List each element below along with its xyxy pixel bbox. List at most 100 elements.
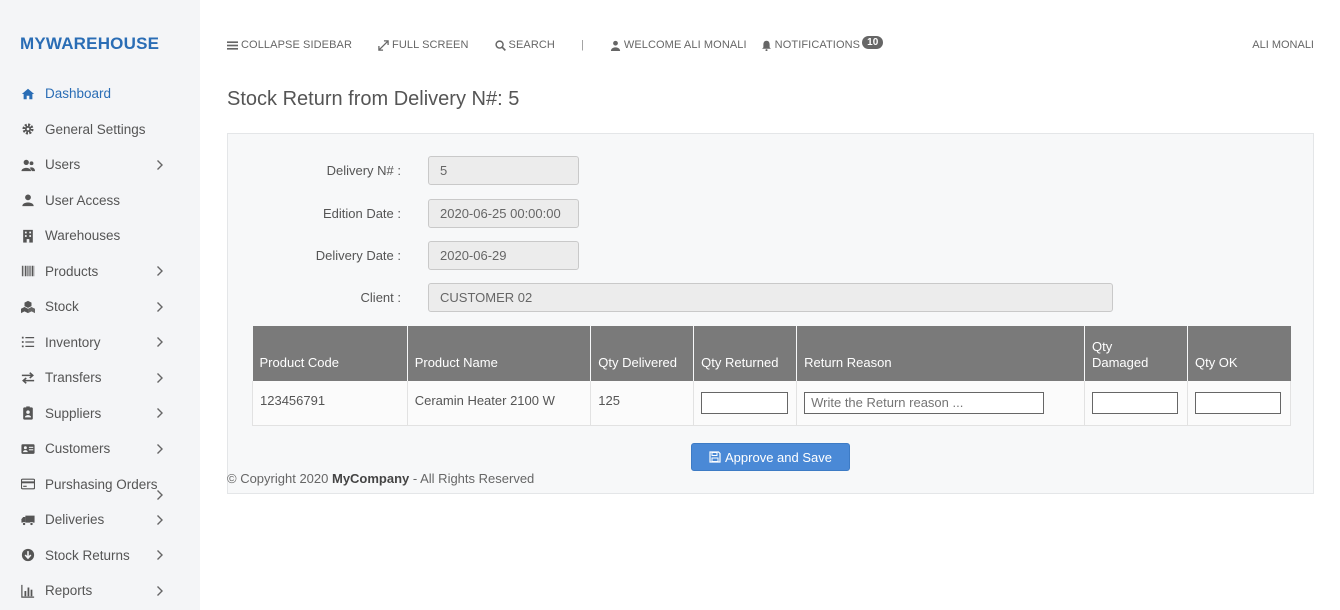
notifications-button[interactable]: NOTIFICATIONS 10 bbox=[761, 35, 884, 51]
cell-product-code: 123456791 bbox=[252, 381, 408, 426]
sidebar-item-label: Warehouses bbox=[45, 228, 121, 244]
approve-and-save-button[interactable]: Approve and Save bbox=[691, 443, 850, 471]
notifications-badge: 10 bbox=[862, 35, 884, 49]
cell-qty-returned bbox=[693, 381, 798, 426]
copyright-suffix: - All Rights Reserved bbox=[409, 471, 535, 486]
full-screen-button[interactable]: FULL SCREEN bbox=[378, 39, 469, 51]
edition-date-field[interactable]: 2020-06-25 00:00:00 bbox=[428, 199, 579, 228]
gear-icon bbox=[20, 121, 36, 137]
qty-ok-input[interactable] bbox=[1194, 391, 1281, 414]
copyright-footer: © Copyright 2020 MyCompany - All Rights … bbox=[227, 471, 534, 486]
cell-qty-ok bbox=[1187, 381, 1292, 426]
sidebar-item-label: Customers bbox=[45, 441, 111, 457]
sidebar-item-user-access[interactable]: User Access bbox=[0, 183, 200, 219]
address-card-icon bbox=[20, 441, 36, 457]
list-icon bbox=[20, 334, 36, 350]
sidebar-item-products[interactable]: Products bbox=[0, 254, 200, 290]
column-header-qty-returned: Qty Returned bbox=[693, 326, 798, 381]
sidebar-item-suppliers[interactable]: Suppliers bbox=[0, 396, 200, 432]
sidebar-item-label: Inventory bbox=[45, 334, 101, 350]
column-header-qty-damaged: Qty Damaged bbox=[1084, 326, 1188, 381]
chevron-right-icon bbox=[156, 406, 164, 420]
users-icon bbox=[20, 157, 36, 173]
column-header-product-code: Product Code bbox=[252, 326, 408, 381]
search-label: SEARCH bbox=[508, 39, 555, 51]
search-button[interactable]: SEARCH bbox=[494, 39, 555, 51]
sidebar-item-customers[interactable]: Customers bbox=[0, 431, 200, 467]
column-header-qty-damaged-text: Qty Damaged bbox=[1091, 339, 1149, 370]
home-icon bbox=[20, 86, 36, 102]
topbar-separator: | bbox=[580, 39, 584, 51]
sidebar: MYWAREHOUSE Dashboard General Settings U… bbox=[0, 0, 200, 610]
sidebar-item-label: Stock bbox=[45, 299, 79, 315]
id-badge-icon bbox=[20, 405, 36, 421]
sidebar-item-label: Transfers bbox=[45, 370, 102, 386]
return-items-table: Product Code Product Name Qty Delivered … bbox=[252, 326, 1292, 426]
credit-card-icon bbox=[20, 476, 36, 492]
return-reason-input[interactable] bbox=[804, 391, 1045, 414]
sidebar-item-transfers[interactable]: Transfers bbox=[0, 360, 200, 396]
delivery-number-field[interactable]: 5 bbox=[428, 156, 579, 185]
full-screen-label: FULL SCREEN bbox=[392, 39, 469, 51]
copyright-prefix: © Copyright 2020 bbox=[227, 471, 332, 486]
sidebar-item-label: Users bbox=[45, 157, 81, 173]
sidebar-item-label: General Settings bbox=[45, 121, 146, 137]
sidebar-item-dashboard[interactable]: Dashboard bbox=[0, 76, 200, 112]
delivery-date-label: Delivery Date : bbox=[315, 248, 401, 263]
sidebar-item-deliveries[interactable]: Deliveries bbox=[0, 502, 200, 538]
user-icon bbox=[610, 40, 620, 51]
arrow-circle-down-icon bbox=[20, 547, 36, 563]
chevron-right-icon bbox=[156, 442, 164, 456]
sidebar-item-reports[interactable]: Reports bbox=[0, 573, 200, 609]
sidebar-item-warehouses[interactable]: Warehouses bbox=[0, 218, 200, 254]
table-header-row: Product Code Product Name Qty Delivered … bbox=[252, 326, 1291, 381]
brand-logo[interactable]: MYWAREHOUSE bbox=[20, 34, 159, 54]
chevron-right-icon bbox=[156, 548, 164, 562]
cubes-icon bbox=[20, 299, 36, 315]
sidebar-item-label: Suppliers bbox=[45, 405, 102, 421]
edition-date-row: Edition Date : 2020-06-25 00:00:00 bbox=[228, 199, 1313, 229]
client-label: Client : bbox=[360, 290, 401, 305]
chevron-right-icon bbox=[156, 335, 164, 349]
sidebar-item-inventory[interactable]: Inventory bbox=[0, 325, 200, 361]
cell-return-reason bbox=[796, 381, 1085, 426]
sidebar-item-label: Deliveries bbox=[45, 512, 105, 528]
chevron-right-icon bbox=[156, 300, 164, 314]
qty-damaged-input[interactable] bbox=[1091, 391, 1178, 414]
sidebar-item-label: Stock Returns bbox=[45, 547, 130, 563]
sidebar-item-stock-returns[interactable]: Stock Returns bbox=[0, 538, 200, 574]
exchange-icon bbox=[20, 370, 36, 386]
chevron-right-icon bbox=[156, 488, 164, 502]
collapse-sidebar-label: COLLAPSE SIDEBAR bbox=[241, 39, 353, 51]
sidebar-item-label: User Access bbox=[45, 192, 121, 208]
delivery-date-field[interactable]: 2020-06-29 bbox=[428, 241, 579, 270]
edition-date-label: Edition Date : bbox=[322, 206, 401, 221]
sidebar-item-stock[interactable]: Stock bbox=[0, 289, 200, 325]
bars-icon bbox=[227, 40, 238, 50]
table-row: 123456791 Ceramin Heater 2100 W 125 bbox=[252, 381, 1292, 426]
chevron-right-icon bbox=[156, 371, 164, 385]
welcome-label: WELCOME ALI MONALI bbox=[623, 39, 747, 51]
qty-returned-input[interactable] bbox=[701, 391, 789, 414]
welcome-user[interactable]: WELCOME ALI MONALI bbox=[610, 39, 747, 51]
sidebar-item-label: Dashboard bbox=[45, 86, 112, 102]
cell-product-name: Ceramin Heater 2100 W bbox=[407, 381, 592, 426]
save-icon bbox=[709, 451, 721, 463]
truck-icon bbox=[20, 512, 36, 528]
chevron-right-icon bbox=[156, 584, 164, 598]
sidebar-item-purshasing-orders[interactable]: Purshasing Orders bbox=[0, 467, 200, 503]
stock-return-panel: Delivery N# : 5 Edition Date : 2020-06-2… bbox=[227, 133, 1314, 494]
bar-chart-icon bbox=[20, 583, 36, 599]
chevron-right-icon bbox=[156, 158, 164, 172]
sidebar-item-users[interactable]: Users bbox=[0, 147, 200, 183]
client-field[interactable]: CUSTOMER 02 bbox=[428, 283, 1113, 312]
collapse-sidebar-button[interactable]: COLLAPSE SIDEBAR bbox=[227, 39, 352, 51]
sidebar-item-label: Products bbox=[45, 263, 99, 279]
user-menu[interactable]: ALI MONALI bbox=[1252, 39, 1314, 51]
sidebar-item-general-settings[interactable]: General Settings bbox=[0, 112, 200, 148]
sidebar-item-label: Purshasing Orders bbox=[45, 476, 158, 492]
client-row: Client : CUSTOMER 02 bbox=[228, 283, 1313, 313]
cell-qty-damaged bbox=[1084, 381, 1188, 426]
chevron-right-icon bbox=[156, 513, 164, 527]
cell-qty-delivered: 125 bbox=[590, 381, 695, 426]
